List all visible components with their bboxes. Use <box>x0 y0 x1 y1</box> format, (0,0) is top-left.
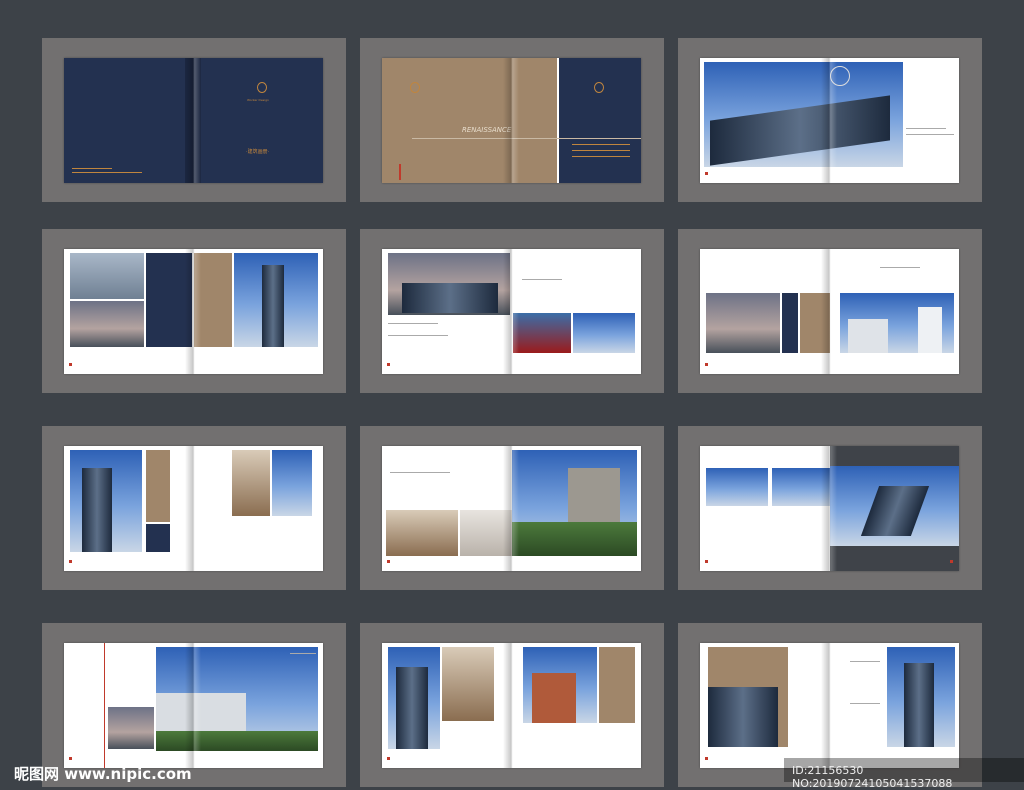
cover-title: ·建筑画册· <box>246 149 270 155</box>
spread-frame-11 <box>360 623 664 787</box>
image-id-watermark: ID:21156530 NO:20190724105041537088 <box>792 764 953 790</box>
site-watermark: 昵图网 www.nipic.com <box>14 765 192 783</box>
spread-frame-9 <box>678 426 982 590</box>
cover-brand: Worker Design <box>247 98 269 102</box>
renaissance-label: RENAISSANCE <box>462 126 512 134</box>
spread-frame-2: RENAISSANCE <box>360 38 664 202</box>
spread-frame-8 <box>360 426 664 590</box>
logo-icon <box>257 82 267 93</box>
office-spread <box>382 643 641 768</box>
tower-spread <box>64 446 323 571</box>
logo-icon <box>410 82 420 93</box>
stadium-spread <box>700 58 959 183</box>
spread-frame-4 <box>42 229 346 393</box>
spread-frame-5 <box>360 229 664 393</box>
spread-frame-3 <box>678 38 982 202</box>
spread-frame-7 <box>42 426 346 590</box>
glass-tower-spread <box>700 643 959 768</box>
cover-spread: Worker Design ·建筑画册· <box>64 58 323 183</box>
residence-spread <box>700 249 959 374</box>
spread-frame-1: Worker Design ·建筑画册· <box>42 38 346 202</box>
renaissance-spread: RENAISSANCE <box>382 58 641 183</box>
landmark-spread <box>700 446 959 571</box>
campus-spread <box>64 643 323 768</box>
logo-icon <box>594 82 604 93</box>
spread-frame-6 <box>678 229 982 393</box>
city-spread <box>64 249 323 374</box>
interior-spread <box>382 446 641 571</box>
mall-spread <box>382 249 641 374</box>
